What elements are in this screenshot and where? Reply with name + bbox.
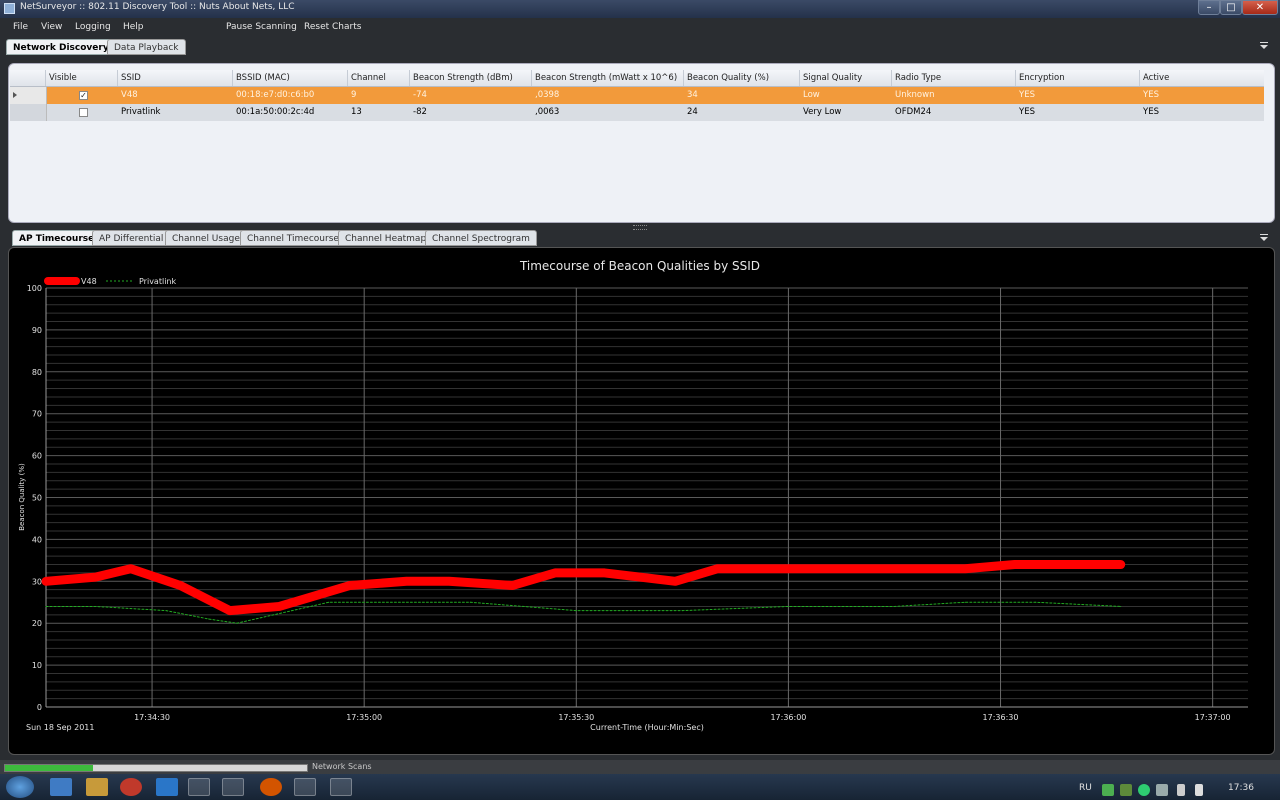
tray-network-app-icon[interactable] [1120, 784, 1132, 796]
col-channel[interactable]: Channel [348, 70, 410, 86]
cell-quality: 34 [687, 90, 698, 100]
visible-checkbox[interactable] [79, 108, 88, 117]
grid-corner [10, 70, 46, 86]
scan-progress-bar [4, 764, 308, 772]
netsurveyor-taskbar-icon[interactable] [330, 778, 352, 796]
chevron-down-icon[interactable] [1260, 45, 1268, 49]
network-app-icon[interactable] [50, 778, 72, 796]
menu-help[interactable]: Help [123, 22, 144, 32]
cell-channel: 9 [351, 90, 357, 100]
scan-progress-fill [5, 765, 93, 771]
cell-bssid: 00:1a:50:00:2c:4d [236, 107, 315, 117]
tab-ap-differential[interactable]: AP Differential [92, 230, 171, 246]
menu-view[interactable]: View [41, 22, 62, 32]
close-button[interactable]: ✕ [1242, 0, 1278, 15]
tray-chat-icon[interactable] [1138, 784, 1150, 796]
chevron-down-icon[interactable] [1260, 237, 1268, 241]
current-row-arrow-icon [13, 92, 17, 98]
cell-signal: Very Low [803, 107, 842, 117]
row-header[interactable] [10, 104, 47, 121]
cell-active: YES [1143, 107, 1159, 117]
col-bssid[interactable]: BSSID (MAC) [233, 70, 348, 86]
tab-network-discovery[interactable]: Network Discovery [6, 39, 116, 55]
panel-menu-icon[interactable] [1260, 42, 1268, 43]
col-ssid[interactable]: SSID [118, 70, 233, 86]
row-header[interactable] [10, 87, 47, 104]
pause-scanning-button[interactable]: Pause Scanning [226, 22, 297, 32]
app-icon [4, 3, 15, 14]
tray-tool-icon[interactable] [1156, 784, 1168, 796]
firefox-icon[interactable] [222, 778, 244, 796]
tab-channel-spectrogram[interactable]: Channel Spectrogram [425, 230, 537, 246]
col-mwatt[interactable]: Beacon Strength (mWatt x 10^6) [532, 70, 684, 86]
tab-channel-usage[interactable]: Channel Usage [165, 230, 247, 246]
cell-dbm: -74 [413, 90, 427, 100]
col-active[interactable]: Active [1140, 70, 1264, 86]
status-label: Network Scans [312, 762, 372, 771]
col-encryption[interactable]: Encryption [1016, 70, 1140, 86]
cell-signal: Low [803, 90, 820, 100]
cell-channel: 13 [351, 107, 362, 117]
visible-checkbox[interactable]: ✓ [79, 91, 88, 100]
clock[interactable]: 17:36 [1228, 783, 1254, 793]
title-bar: NetSurveyor :: 802.11 Discovery Tool :: … [0, 0, 1280, 18]
cell-bssid: 00:18:e7:d0:c6:b0 [236, 90, 315, 100]
col-radio[interactable]: Radio Type [892, 70, 1016, 86]
chrome-icon[interactable] [120, 778, 142, 796]
menu-bar: File View Logging Help Pause Scanning Re… [0, 18, 1280, 38]
tray-app-icon[interactable] [1102, 784, 1114, 796]
cell-ssid: Privatlink [121, 107, 161, 117]
grid-header: Visible SSID BSSID (MAC) Channel Beacon … [10, 70, 1264, 87]
mail-client-icon[interactable] [294, 778, 316, 796]
menu-file[interactable]: File [13, 22, 28, 32]
action-center-icon[interactable] [1177, 784, 1185, 796]
cell-quality: 24 [687, 107, 698, 117]
media-app-icon[interactable] [86, 778, 108, 796]
window-title: NetSurveyor :: 802.11 Discovery Tool :: … [20, 2, 295, 12]
table-row[interactable]: ✓ V48 00:18:e7:d0:c6:b0 9 -74 ,0398 34 L… [10, 87, 1264, 104]
table-row[interactable]: Privatlink 00:1a:50:00:2c:4d 13 -82 ,006… [10, 104, 1264, 121]
col-dbm[interactable]: Beacon Strength (dBm) [410, 70, 532, 86]
col-quality[interactable]: Beacon Quality (%) [684, 70, 800, 86]
cell-encryption: YES [1019, 107, 1035, 117]
chart-panel-menu-icon[interactable] [1260, 234, 1268, 235]
cell-radio: OFDM24 [895, 107, 932, 117]
cell-dbm: -82 [413, 107, 427, 117]
cell-encryption: YES [1019, 90, 1035, 100]
cell-active: YES [1143, 90, 1159, 100]
tab-channel-timecourse[interactable]: Channel Timecourse [240, 230, 346, 246]
language-indicator[interactable]: RU [1079, 783, 1092, 793]
mail-app-icon[interactable] [260, 778, 282, 796]
volume-icon[interactable] [1195, 784, 1203, 796]
maximize-button[interactable]: □ [1220, 0, 1242, 15]
col-visible[interactable]: Visible [46, 70, 118, 86]
cell-ssid: V48 [121, 90, 138, 100]
menu-logging[interactable]: Logging [75, 22, 111, 32]
start-button-icon[interactable] [6, 776, 34, 798]
explorer-icon[interactable] [188, 778, 210, 796]
reset-charts-button[interactable]: Reset Charts [304, 22, 361, 32]
tab-ap-timecourse[interactable]: AP Timecourse [12, 230, 102, 246]
cell-mwatt: ,0398 [535, 90, 560, 100]
chart-area [8, 247, 1275, 755]
cell-radio: Unknown [895, 90, 935, 100]
col-signal[interactable]: Signal Quality [800, 70, 892, 86]
tab-channel-heatmap[interactable]: Channel Heatmap [338, 230, 434, 246]
tab-data-playback[interactable]: Data Playback [107, 39, 186, 55]
internet-explorer-icon[interactable] [156, 778, 178, 796]
cell-mwatt: ,0063 [535, 107, 560, 117]
minimize-button[interactable]: – [1198, 0, 1220, 15]
